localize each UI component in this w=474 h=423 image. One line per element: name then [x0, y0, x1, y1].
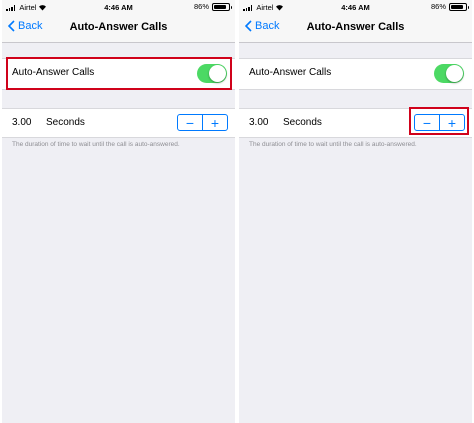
battery-icon — [212, 2, 232, 11]
battery-percent: 86% — [193, 2, 209, 11]
battery-icon — [449, 2, 469, 11]
status-bar: Airtel 4:46 AM 86% — [2, 0, 235, 14]
toggle-knob — [446, 65, 463, 82]
description-text: The duration of time to wait until the c… — [12, 141, 180, 148]
navigation-bar: Back Auto-Answer Calls — [239, 14, 472, 43]
seconds-value: 3.00 — [12, 117, 32, 128]
page-title: Auto-Answer Calls — [69, 21, 168, 33]
increment-button[interactable]: + — [203, 115, 227, 130]
highlight-box-stepper — [409, 107, 469, 135]
page-title: Auto-Answer Calls — [306, 21, 405, 33]
navigation-bar: Back Auto-Answer Calls — [2, 14, 235, 43]
decrement-button[interactable]: − — [178, 115, 203, 130]
battery-fill — [451, 4, 463, 9]
seconds-unit: Seconds — [46, 117, 85, 128]
battery-fill — [214, 4, 226, 9]
auto-answer-toggle[interactable] — [434, 64, 464, 83]
phone-screen-right: Airtel 4:46 AM 86% Back Auto-Answer Call… — [239, 0, 472, 423]
auto-answer-row: Auto-Answer Calls — [239, 58, 472, 90]
highlight-box-toggle — [6, 57, 232, 90]
battery-percent: 86% — [430, 2, 446, 11]
seconds-value: 3.00 — [249, 117, 269, 128]
seconds-row: 3.00 Seconds − + — [2, 108, 235, 138]
seconds-unit: Seconds — [283, 117, 322, 128]
description-text: The duration of time to wait until the c… — [249, 141, 417, 148]
auto-answer-label: Auto-Answer Calls — [249, 67, 332, 78]
seconds-stepper: − + — [177, 114, 228, 131]
status-bar: Airtel 4:46 AM 86% — [239, 0, 472, 14]
